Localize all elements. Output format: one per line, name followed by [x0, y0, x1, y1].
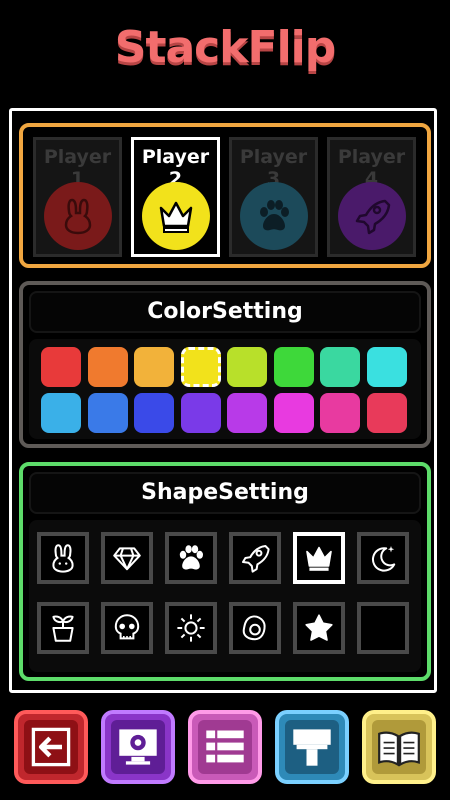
shape-option-diamond[interactable]	[101, 532, 153, 584]
color-swatch[interactable]	[180, 347, 221, 387]
color-swatch[interactable]	[134, 347, 174, 387]
plant-icon	[52, 615, 74, 642]
rabbit-icon	[52, 544, 74, 573]
monitor-gear-icon	[119, 729, 157, 765]
color-swatch[interactable]	[320, 347, 360, 387]
shape-option-paw[interactable]	[165, 532, 217, 584]
shape-option-empty[interactable]	[357, 602, 409, 654]
color-setting-title: ColorSetting	[147, 299, 303, 324]
paw-icon	[240, 182, 308, 250]
player-card-4[interactable]: Player 4	[327, 137, 416, 257]
player-card-1[interactable]: Player 1	[33, 137, 122, 257]
shape-setting-panel: ShapeSetting	[19, 462, 431, 681]
rocket-icon	[338, 182, 406, 250]
moon-icon	[371, 546, 396, 572]
exit-button[interactable]	[14, 710, 88, 784]
list-button[interactable]	[188, 710, 262, 784]
book-button[interactable]	[362, 710, 436, 784]
exit-icon	[31, 727, 71, 767]
rabbit-icon	[44, 182, 112, 250]
color-swatch[interactable]	[366, 393, 407, 433]
color-swatch[interactable]	[273, 393, 314, 433]
shape-option-rabbit[interactable]	[37, 532, 89, 584]
shape-option-plant[interactable]	[37, 602, 89, 654]
color-swatch[interactable]	[320, 393, 360, 433]
sun-icon	[177, 614, 205, 642]
paint-button[interactable]	[275, 710, 349, 784]
color-swatch[interactable]	[366, 347, 407, 387]
shape-option-rocket[interactable]	[229, 532, 281, 584]
paint-roller-icon	[293, 729, 331, 766]
shape-setting-header: ShapeSetting	[29, 472, 421, 514]
player-card-2[interactable]: Player 2	[131, 137, 220, 257]
book-icon	[378, 731, 420, 767]
egg-icon	[242, 615, 266, 641]
color-swatch-grid	[29, 339, 421, 439]
crown-icon	[142, 182, 210, 250]
skull-icon	[114, 614, 140, 640]
color-swatch[interactable]	[180, 393, 221, 433]
rocket-icon	[242, 545, 270, 573]
shape-setting-title: ShapeSetting	[141, 480, 309, 505]
color-swatch[interactable]	[227, 347, 267, 387]
shape-option-egg[interactable]	[229, 602, 281, 654]
shape-option-moon[interactable]	[357, 532, 409, 584]
shape-grid	[29, 520, 421, 672]
color-swatch[interactable]	[87, 347, 128, 387]
player-selector: Player 1 Player 2 Player 3 Player 4	[19, 123, 431, 268]
color-swatch[interactable]	[87, 393, 128, 433]
player-card-3[interactable]: Player 3	[229, 137, 318, 257]
color-setting-panel: ColorSetting	[19, 281, 431, 448]
shape-option-star[interactable]	[293, 602, 345, 654]
color-swatch[interactable]	[41, 347, 81, 387]
paw-icon	[179, 545, 203, 570]
crown-icon	[306, 546, 332, 571]
color-swatch[interactable]	[227, 393, 267, 433]
list-icon	[206, 730, 244, 763]
star-icon	[305, 614, 333, 641]
shape-option-skull[interactable]	[101, 602, 153, 654]
color-swatch[interactable]	[134, 393, 174, 433]
shape-option-sun[interactable]	[165, 602, 217, 654]
color-swatch[interactable]	[273, 347, 314, 387]
color-setting-header: ColorSetting	[29, 291, 421, 333]
color-swatch[interactable]	[41, 393, 81, 433]
settings-button[interactable]	[101, 710, 175, 784]
diamond-icon	[113, 547, 141, 571]
shape-option-crown[interactable]	[293, 532, 345, 584]
app-title: StackFlip	[114, 22, 336, 73]
